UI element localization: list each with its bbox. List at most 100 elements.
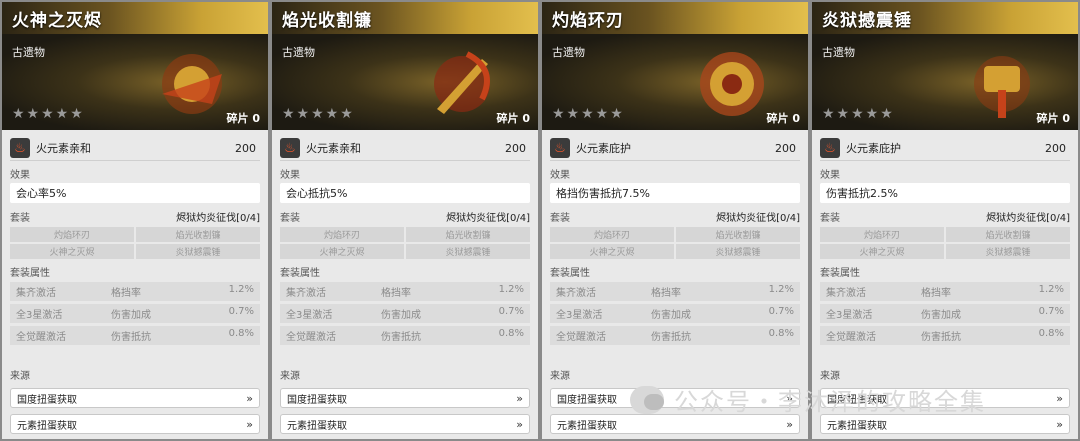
attr-value: 0.8%	[1038, 328, 1064, 339]
attr-value: 1.2%	[768, 284, 794, 295]
attr-name: 伤害加成	[921, 310, 961, 321]
rarity-label: 古遗物	[822, 46, 855, 59]
attr-condition: 全觉醒激活	[286, 332, 336, 343]
card-title: 火神之灭烬	[12, 10, 102, 31]
source-button-kingdom[interactable]: 国度扭蛋获取 »	[10, 388, 260, 408]
main-stat-name: 火元素亲和	[306, 142, 361, 155]
set-items: 灼焰环刃 焰光收割镰 火神之灭烬 炎狱撼震锤	[280, 227, 530, 259]
set-attr-label: 套装属性	[550, 268, 590, 279]
card-title-bar: 火神之灭烬	[2, 2, 268, 34]
artifact-hero: 古遗物 ★★★★★ 碎片 0	[542, 34, 808, 130]
attr-name: 伤害加成	[111, 310, 151, 321]
watermark: 公众号・李沐泽的攻略全集	[630, 382, 986, 417]
artifact-hero: 古遗物 ★★★★★ 碎片 0	[2, 34, 268, 130]
artifact-hero: 古遗物 ★★★★★ 碎片 0	[812, 34, 1078, 130]
set-items: 灼焰环刃 焰光收割镰 火神之灭烬 炎狱撼震锤	[10, 227, 260, 259]
attr-name: 伤害抵抗	[921, 332, 961, 343]
set-item: 炎狱撼震锤	[406, 244, 530, 259]
set-item: 灼焰环刃	[550, 227, 674, 242]
set-header: 套装 烬狱灼炎征伐[0/4]	[550, 209, 800, 224]
set-header: 套装 烬狱灼炎征伐[0/4]	[280, 209, 530, 224]
card-title: 焰光收割镰	[282, 10, 372, 31]
attr-condition: 集齐激活	[826, 288, 866, 299]
set-count: 烬狱灼炎征伐[0/4]	[446, 213, 530, 224]
chevron-right-icon: »	[1056, 391, 1063, 405]
attr-condition: 全觉醒激活	[16, 332, 66, 343]
fragment-count: 碎片 0	[226, 112, 260, 125]
source-button-element[interactable]: 元素扭蛋获取 »	[280, 414, 530, 434]
effect-label: 效果	[820, 170, 840, 181]
attr-name: 伤害抵抗	[111, 332, 151, 343]
set-label: 套装	[10, 213, 30, 224]
attr-condition: 全3星激活	[826, 310, 873, 321]
attr-value: 0.8%	[498, 328, 524, 339]
set-attr-row: 全3星激活 伤害加成 0.7%	[550, 304, 800, 323]
set-attr-row: 集齐激活 格挡率 1.2%	[820, 282, 1070, 301]
set-attr-row: 全3星激活 伤害加成 0.7%	[820, 304, 1070, 323]
rarity-label: 古遗物	[282, 46, 315, 59]
source-button-element[interactable]: 元素扭蛋获取 »	[10, 414, 260, 434]
chevron-right-icon: »	[516, 417, 523, 431]
set-attr-row: 全3星激活 伤害加成 0.7%	[10, 304, 260, 323]
set-attr-row: 集齐激活 格挡率 1.2%	[10, 282, 260, 301]
set-items: 灼焰环刃 焰光收割镰 火神之灭烬 炎狱撼震锤	[820, 227, 1070, 259]
watermark-text: 公众号・李沐泽的攻略全集	[674, 388, 986, 416]
attr-condition: 集齐激活	[16, 288, 56, 299]
main-stat-row: ♨ 火元素亲和 200	[280, 136, 530, 161]
attr-value: 0.7%	[228, 306, 254, 317]
set-label: 套装	[820, 213, 840, 224]
set-attr-label: 套装属性	[280, 268, 320, 279]
star-rating: ★★★★★	[282, 106, 355, 122]
wechat-icon	[630, 385, 664, 414]
set-item: 炎狱撼震锤	[946, 244, 1070, 259]
set-attr-label: 套装属性	[10, 268, 50, 279]
source-button-label: 国度扭蛋获取	[287, 394, 347, 406]
main-stat-name: 火元素庇护	[576, 142, 631, 155]
attr-value: 1.2%	[228, 284, 254, 295]
set-item: 焰光收割镰	[136, 227, 260, 242]
effect-value: 会心率5%	[10, 183, 260, 203]
main-stat-value: 200	[505, 141, 526, 155]
star-rating: ★★★★★	[822, 106, 895, 122]
attr-name: 格挡率	[111, 288, 141, 299]
attr-condition: 全觉醒激活	[826, 332, 876, 343]
attr-name: 伤害加成	[381, 310, 421, 321]
star-rating: ★★★★★	[552, 106, 625, 122]
set-attr-row: 集齐激活 格挡率 1.2%	[280, 282, 530, 301]
set-item: 焰光收割镰	[676, 227, 800, 242]
attr-value: 0.7%	[498, 306, 524, 317]
set-label: 套装	[550, 213, 570, 224]
attr-value: 0.7%	[1038, 306, 1064, 317]
artifact-card: 焰光收割镰 古遗物 ★★★★★ 碎片 0 ♨ 火元素亲和 200 效果 会心抵抗…	[270, 0, 540, 441]
source-button-label: 元素扭蛋获取	[287, 420, 347, 432]
chevron-right-icon: »	[246, 417, 253, 431]
rarity-label: 古遗物	[552, 46, 585, 59]
set-label: 套装	[280, 213, 300, 224]
source-button-label: 国度扭蛋获取	[17, 394, 77, 406]
fragment-count: 碎片 0	[766, 112, 800, 125]
chevron-right-icon: »	[516, 391, 523, 405]
source-button-element[interactable]: 元素扭蛋获取 »	[820, 414, 1070, 434]
source-button-label: 元素扭蛋获取	[827, 420, 887, 432]
effect-label: 效果	[280, 170, 300, 181]
artifact-card: 灼焰环刃 古遗物 ★★★★★ 碎片 0 ♨ 火元素庇护 200 效果 格挡伤害抵…	[540, 0, 810, 441]
effect-value: 格挡伤害抵抗7.5%	[550, 183, 800, 203]
set-item: 灼焰环刃	[280, 227, 404, 242]
chevron-right-icon: »	[1056, 417, 1063, 431]
attr-condition: 全觉醒激活	[556, 332, 606, 343]
set-item: 灼焰环刃	[10, 227, 134, 242]
card-body: ♨ 火元素亲和 200 效果 会心率5% 套装 烬狱灼炎征伐[0/4] 灼焰环刃…	[2, 130, 268, 434]
attr-name: 伤害抵抗	[381, 332, 421, 343]
attr-condition: 全3星激活	[286, 310, 333, 321]
set-count: 烬狱灼炎征伐[0/4]	[176, 213, 260, 224]
source-button-element[interactable]: 元素扭蛋获取 »	[550, 414, 800, 434]
main-stat-value: 200	[775, 141, 796, 155]
set-item: 焰光收割镰	[406, 227, 530, 242]
main-stat-row: ♨ 火元素庇护 200	[550, 136, 800, 161]
set-item: 灼焰环刃	[820, 227, 944, 242]
chevron-right-icon: »	[786, 417, 793, 431]
attr-condition: 集齐激活	[286, 288, 326, 299]
source-button-kingdom[interactable]: 国度扭蛋获取 »	[280, 388, 530, 408]
attr-value: 1.2%	[1038, 284, 1064, 295]
card-title-bar: 焰光收割镰	[272, 2, 538, 34]
